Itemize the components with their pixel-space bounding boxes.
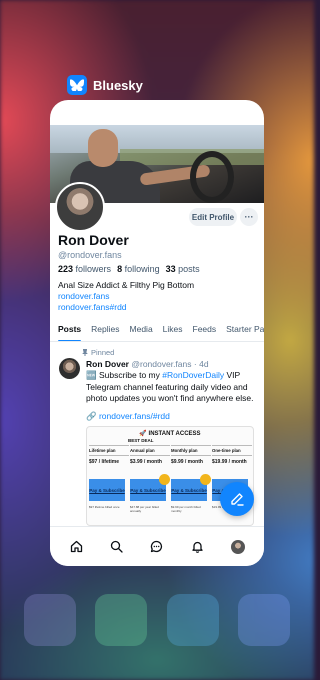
pinned-label: Pinned bbox=[91, 348, 115, 357]
chat-icon[interactable] bbox=[149, 539, 165, 555]
star-badge-icon bbox=[200, 474, 211, 485]
post-link[interactable]: 🔗 rondover.fans/#rdd bbox=[86, 411, 170, 422]
bio-link[interactable]: rondover.fans#rdd bbox=[58, 302, 127, 312]
star-badge-icon bbox=[159, 474, 170, 485]
post-hashtag[interactable]: #RonDoverDaily bbox=[162, 370, 224, 380]
posts-stat: 33 posts bbox=[165, 264, 200, 274]
tab-feeds[interactable]: Feeds bbox=[188, 320, 222, 341]
pinned-indicator: Pinned bbox=[82, 348, 114, 357]
post-header: Ron Dover @rondover.fans · 4d bbox=[86, 359, 209, 369]
profile-avatar bbox=[230, 539, 245, 554]
profile-bio: Anal Size Addict & Filthy Pig Bottom bbox=[58, 280, 195, 290]
following-stat[interactable]: 8 following bbox=[117, 264, 160, 274]
bottom-navigation bbox=[50, 526, 264, 566]
followers-stat[interactable]: 223 followers bbox=[58, 264, 111, 274]
more-options-button[interactable]: ··· bbox=[240, 208, 258, 226]
compose-icon bbox=[231, 493, 244, 506]
link-icon: 🔗 bbox=[86, 411, 97, 421]
dock-app-4 bbox=[238, 594, 291, 646]
app-card[interactable]: Edit Profile ··· Ron Dover @rondover.fan… bbox=[50, 100, 264, 566]
search-icon[interactable] bbox=[109, 539, 125, 555]
bio-link[interactable]: rondover.fans bbox=[58, 291, 110, 301]
background-dock bbox=[0, 590, 314, 650]
dock-app-2 bbox=[95, 594, 148, 646]
profile-handle: @rondover.fans bbox=[58, 250, 122, 260]
bell-icon[interactable] bbox=[189, 539, 205, 555]
profile-tab[interactable] bbox=[230, 539, 246, 555]
tab-posts[interactable]: Posts bbox=[50, 320, 86, 341]
tab-media[interactable]: Media bbox=[125, 320, 158, 341]
profile-avatar[interactable] bbox=[55, 182, 105, 232]
post-text: 🆕 Subscribe to my #RonDoverDaily VIP Tel… bbox=[86, 370, 254, 403]
pay-subscribe-button: Pay & Subscribe bbox=[89, 479, 125, 501]
post-time: 4d bbox=[199, 359, 209, 369]
best-deal-badge: BEST DEAL bbox=[128, 438, 154, 443]
plan-column: Annual plan $3.99 / month Pay & Subscrib… bbox=[130, 445, 170, 513]
profile-tabs: Posts Replies Media Likes Feeds Starter … bbox=[50, 320, 264, 342]
pay-subscribe-button: Pay & Subscribe bbox=[171, 474, 211, 501]
edit-profile-button[interactable]: Edit Profile bbox=[189, 208, 237, 226]
tab-starter-packs[interactable]: Starter Packs bbox=[221, 320, 264, 341]
pin-icon bbox=[82, 349, 88, 356]
post-author-handle[interactable]: @rondover.fans bbox=[131, 359, 191, 369]
embed-title: 🚀 INSTANT ACCESS bbox=[139, 431, 201, 437]
dock-app-3 bbox=[166, 594, 219, 646]
tab-replies[interactable]: Replies bbox=[86, 320, 124, 341]
plan-column: Monthly plan $9.99 / month Pay & Subscri… bbox=[171, 445, 211, 513]
post-author-avatar[interactable] bbox=[59, 358, 80, 379]
pay-subscribe-button: Pay & Subscribe bbox=[130, 474, 170, 501]
display-name: Ron Dover bbox=[58, 232, 129, 248]
app-switcher-label[interactable]: Bluesky bbox=[67, 74, 143, 96]
post-author-name[interactable]: Ron Dover bbox=[86, 359, 129, 369]
plan-column: Lifetime plan $97 / lifetime Pay & Subsc… bbox=[89, 445, 129, 509]
bluesky-butterfly-icon bbox=[67, 75, 87, 95]
compose-button[interactable] bbox=[220, 482, 254, 516]
dock-app-1 bbox=[23, 594, 76, 646]
home-icon[interactable] bbox=[68, 539, 84, 555]
profile-stats: 223 followers 8 following 33 posts bbox=[58, 264, 200, 274]
tab-likes[interactable]: Likes bbox=[158, 320, 188, 341]
app-name: Bluesky bbox=[93, 77, 143, 93]
